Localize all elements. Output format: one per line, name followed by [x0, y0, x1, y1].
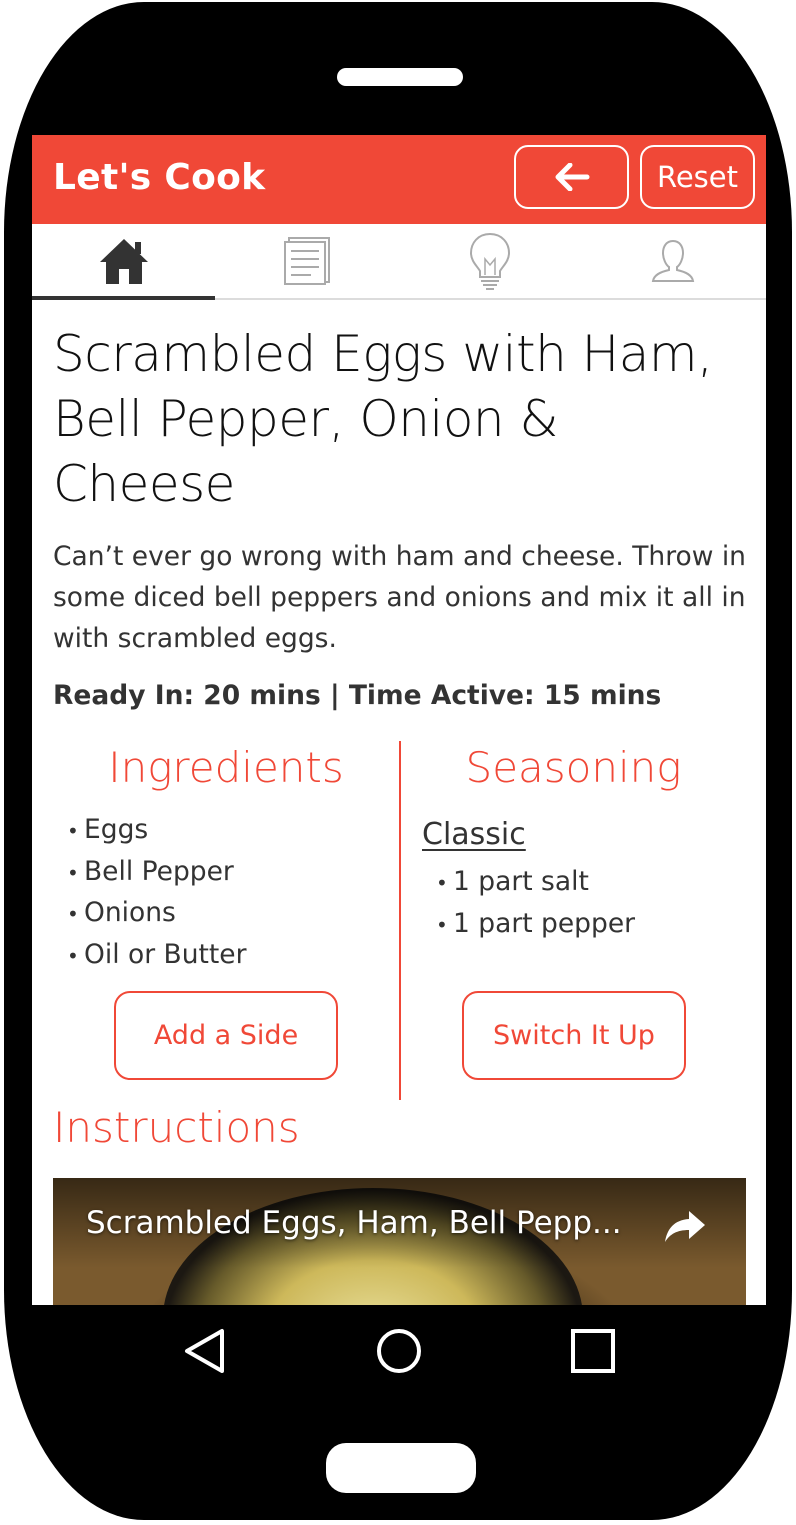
app-header: Let's Cook Reset [32, 135, 766, 224]
app-title: Let's Cook [53, 157, 266, 198]
tab-profile[interactable] [581, 224, 764, 298]
tab-ideas[interactable] [398, 224, 581, 298]
recipe-title: Scrambled Eggs with Ham, Bell Pepper, On… [53, 325, 713, 513]
ingredient-label: Eggs [84, 814, 149, 845]
ingredients-list: Eggs Bell Pepper Onions Oil or Butter [67, 810, 247, 977]
recipe-description: Can’t ever go wrong with ham and cheese.… [53, 541, 746, 654]
seasoning-heading: Seasoning [465, 743, 682, 792]
ingredients-heading: Ingredients [108, 743, 344, 792]
video-title[interactable]: Scrambled Eggs, Ham, Bell Pepp... [86, 1205, 622, 1241]
instructions-heading: Instructions [53, 1103, 300, 1152]
seasoning-label: 1 part salt [453, 866, 589, 897]
share-button[interactable] [663, 1208, 707, 1248]
list-item: 1 part pepper [436, 904, 635, 946]
user-icon [651, 239, 694, 282]
column-divider [399, 741, 401, 1100]
circle-home-icon [377, 1329, 421, 1373]
system-home-button[interactable] [371, 1323, 427, 1379]
list-item: Eggs [67, 810, 247, 852]
list-item: Bell Pepper [67, 852, 247, 894]
phone-home-key[interactable] [326, 1443, 476, 1493]
system-nav-bar [32, 1305, 766, 1391]
seasoning-list: 1 part salt 1 part pepper [436, 862, 635, 945]
reset-button[interactable]: Reset [640, 145, 755, 209]
ingredient-label: Oil or Butter [84, 939, 247, 971]
system-recents-button[interactable] [565, 1323, 621, 1379]
ingredient-label: Bell Pepper [84, 855, 234, 887]
seasoning-style-link[interactable]: Classic [422, 817, 526, 852]
system-back-button[interactable] [177, 1323, 233, 1379]
home-icon [99, 239, 148, 284]
arrow-left-icon [555, 163, 589, 191]
tab-home[interactable] [32, 224, 215, 300]
list-item: Oil or Butter [67, 935, 247, 977]
document-icon [283, 237, 330, 285]
ingredient-label: Onions [84, 897, 176, 929]
switch-it-up-button[interactable]: Switch It Up [462, 991, 686, 1080]
list-item: Onions [67, 893, 247, 935]
phone-speaker [337, 68, 463, 86]
back-button[interactable] [514, 145, 629, 209]
recipe-times: Ready In: 20 mins | Time Active: 15 mins [53, 680, 662, 711]
lightbulb-icon [469, 232, 510, 290]
video-player[interactable]: Scrambled Eggs, Ham, Bell Pepp... [53, 1178, 746, 1305]
share-icon [665, 1211, 705, 1242]
list-item: 1 part salt [436, 862, 635, 904]
tab-recipes[interactable] [215, 224, 398, 298]
tab-bar [32, 224, 766, 300]
triangle-back-icon [185, 1329, 224, 1373]
seasoning-label: 1 part pepper [453, 907, 636, 939]
add-side-button[interactable]: Add a Side [114, 991, 338, 1080]
square-recents-icon [571, 1329, 615, 1373]
app-screen: Let's Cook Reset Scrambled Eggs with Ham… [32, 135, 766, 1305]
